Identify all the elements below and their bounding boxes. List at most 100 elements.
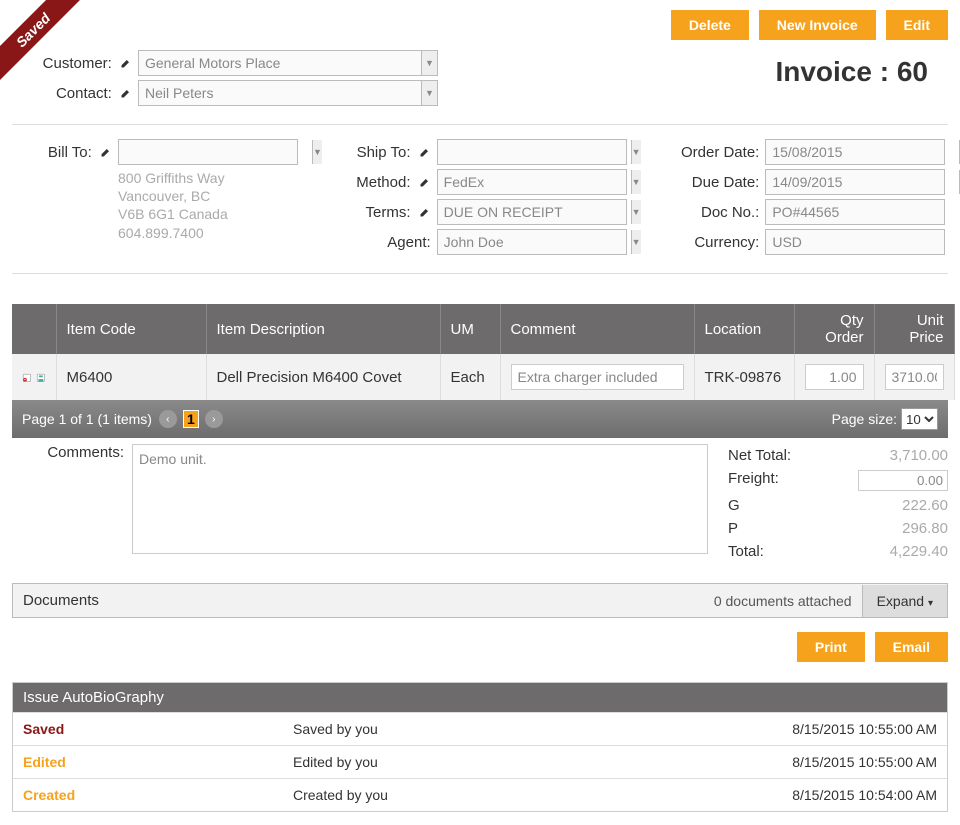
currency-label: Currency: — [649, 234, 759, 251]
customer-combo[interactable]: ▼ — [138, 50, 438, 76]
pencil-icon[interactable] — [120, 56, 132, 68]
table-row[interactable]: M6400 Dell Precision M6400 Covet Each TR… — [12, 354, 954, 400]
autobio-timestamp: 8/15/2015 10:55:00 AM — [792, 721, 937, 737]
delete-button[interactable]: Delete — [671, 10, 749, 40]
col-qty: Qty Order — [794, 304, 874, 354]
agent-combo[interactable]: ▼ — [437, 229, 627, 255]
orderdate-input[interactable] — [766, 140, 959, 164]
duedate-input[interactable] — [766, 170, 959, 194]
p-label: P — [728, 520, 738, 537]
pencil-icon[interactable] — [120, 86, 132, 98]
col-controls — [12, 304, 56, 354]
shipto-input[interactable] — [438, 140, 631, 164]
col-code: Item Code — [56, 304, 206, 354]
customer-input[interactable] — [139, 51, 421, 75]
cell-desc: Dell Precision M6400 Covet — [206, 354, 440, 400]
contact-label: Contact: — [12, 85, 132, 102]
grid-pager: Page 1 of 1 (1 items) ‹ 1 › Page size: 1… — [12, 400, 948, 438]
billto-label: Bill To: — [12, 144, 112, 161]
top-action-bar: Delete New Invoice Edit — [12, 10, 948, 40]
comments-textarea[interactable]: Demo unit. — [132, 444, 708, 554]
totals-panel: Net Total:3,710.00 Freight: G222.60 P296… — [728, 444, 948, 563]
g-label: G — [728, 497, 740, 514]
col-comment: Comment — [500, 304, 694, 354]
chevron-down-icon[interactable]: ▼ — [631, 200, 641, 224]
pager-prev-button[interactable]: ‹ — [159, 410, 177, 428]
col-desc: Item Description — [206, 304, 440, 354]
col-location: Location — [694, 304, 794, 354]
autobio-desc: Created by you — [293, 787, 792, 803]
autobio-status: Created — [23, 787, 293, 803]
terms-combo[interactable]: ▼ — [437, 199, 627, 225]
chevron-down-icon[interactable]: ▼ — [421, 81, 437, 105]
duedate-label: Due Date: — [649, 174, 759, 191]
freight-input[interactable] — [858, 470, 948, 491]
pencil-icon[interactable] — [419, 175, 431, 187]
docno-input-wrap[interactable] — [765, 199, 945, 225]
currency-input[interactable] — [766, 230, 959, 254]
billto-address: 800 Griffiths Way Vancouver, BC V6B 6G1 … — [118, 169, 311, 242]
net-total-value: 3,710.00 — [890, 447, 948, 464]
method-label: Method: — [331, 174, 431, 191]
billto-combo[interactable]: ▼ — [118, 139, 298, 165]
docno-label: Doc No.: — [649, 204, 759, 221]
total-value: 4,229.40 — [890, 543, 948, 560]
items-grid: Item Code Item Description UM Comment Lo… — [12, 304, 948, 438]
expand-button[interactable]: Expand ▾ — [862, 585, 947, 617]
terms-label: Terms: — [331, 204, 431, 221]
chevron-down-icon[interactable]: ▼ — [631, 230, 641, 254]
cell-price-input[interactable] — [885, 364, 944, 390]
total-label: Total: — [728, 543, 764, 560]
pager-current[interactable]: 1 — [183, 410, 199, 428]
col-um: UM — [440, 304, 500, 354]
cell-comment-input[interactable] — [511, 364, 684, 390]
pencil-icon[interactable] — [419, 205, 431, 217]
autobio-title: Issue AutoBioGraphy — [13, 683, 947, 712]
g-value: 222.60 — [902, 497, 948, 514]
orderdate-label: Order Date: — [649, 144, 759, 161]
invoice-title: Invoice : 60 — [775, 50, 948, 88]
comments-label: Comments: — [12, 444, 132, 563]
method-combo[interactable]: ▼ — [437, 169, 627, 195]
pager-summary: Page 1 of 1 (1 items) — [22, 411, 152, 427]
orderdate-combo[interactable]: ▼ — [765, 139, 945, 165]
cell-qty-input[interactable] — [805, 364, 864, 390]
chevron-down-icon[interactable]: ▼ — [631, 140, 641, 164]
billto-input[interactable] — [119, 140, 312, 164]
shipto-combo[interactable]: ▼ — [437, 139, 627, 165]
autobio-desc: Saved by you — [293, 721, 792, 737]
edit-button[interactable]: Edit — [886, 10, 948, 40]
email-button[interactable]: Email — [875, 632, 948, 662]
pencil-icon[interactable] — [419, 145, 431, 157]
contact-input[interactable] — [139, 81, 421, 105]
currency-input-wrap[interactable] — [765, 229, 945, 255]
contact-combo[interactable]: ▼ — [138, 80, 438, 106]
shipto-label: Ship To: — [331, 144, 431, 161]
new-invoice-button[interactable]: New Invoice — [759, 10, 876, 40]
autobiography-panel: Issue AutoBioGraphy SavedSaved by you8/1… — [12, 682, 948, 812]
pager-next-button[interactable]: › — [205, 410, 223, 428]
method-input[interactable] — [438, 170, 631, 194]
p-value: 296.80 — [902, 520, 948, 537]
page-size-select[interactable]: 10 — [901, 408, 938, 430]
documents-label: Documents — [13, 584, 704, 617]
save-row-icon[interactable] — [36, 370, 46, 384]
terms-input[interactable] — [438, 200, 631, 224]
chevron-down-icon[interactable]: ▼ — [421, 51, 437, 75]
agent-input[interactable] — [438, 230, 631, 254]
autobio-row: SavedSaved by you8/15/2015 10:55:00 AM — [13, 712, 947, 745]
chevron-down-icon[interactable]: ▼ — [312, 140, 322, 164]
pencil-icon[interactable] — [100, 145, 112, 157]
docno-input[interactable] — [766, 200, 959, 224]
chevron-down-icon: ▾ — [928, 598, 933, 609]
autobio-timestamp: 8/15/2015 10:55:00 AM — [792, 754, 937, 770]
agent-label: Agent: — [331, 234, 431, 251]
autobio-status: Saved — [23, 721, 293, 737]
duedate-combo[interactable]: ▼ — [765, 169, 945, 195]
print-button[interactable]: Print — [797, 632, 865, 662]
autobio-row: EditedEdited by you8/15/2015 10:55:00 AM — [13, 745, 947, 778]
autobio-status: Edited — [23, 754, 293, 770]
delete-row-icon[interactable] — [22, 370, 32, 384]
autobio-desc: Edited by you — [293, 754, 792, 770]
chevron-down-icon[interactable]: ▼ — [631, 170, 641, 194]
